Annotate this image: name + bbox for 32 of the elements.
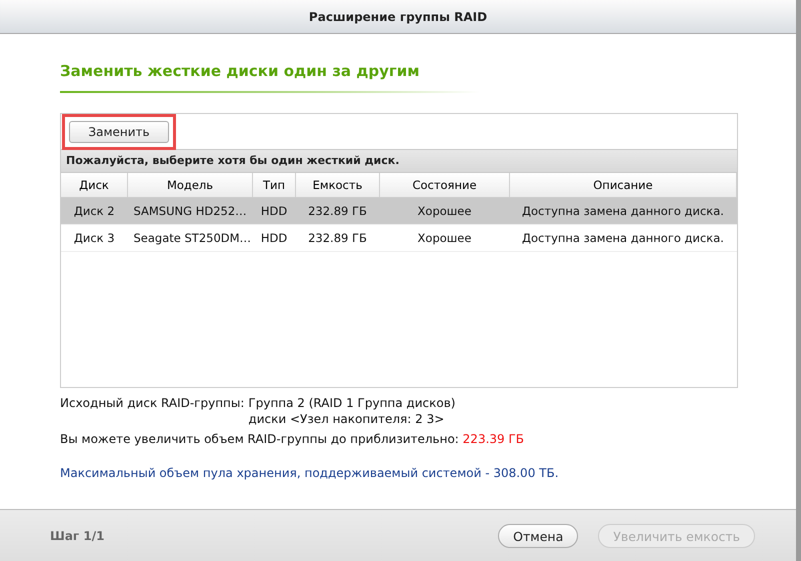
table-cell: 232.89 ГБ [296, 198, 380, 224]
table-cell: Доступна замена данного диска. [510, 198, 736, 224]
column-header[interactable]: Диск [61, 173, 128, 198]
column-header[interactable]: Состояние [380, 173, 510, 198]
column-header[interactable]: Емкость [296, 173, 380, 198]
table-cell: Доступна замена данного диска. [510, 224, 736, 252]
table-cell: Диск 2 [61, 198, 128, 224]
expand-value: 223.39 ГБ [462, 432, 524, 446]
column-header[interactable]: Модель [128, 173, 252, 198]
column-header[interactable]: Описание [510, 173, 736, 198]
table-cell: Хорошее [380, 224, 510, 252]
table-cell: SAMSUNG HD252… [128, 198, 252, 224]
max-capacity-note: Максимальный объем пула хранения, поддерживаемый системой - 308.00 ТБ. [60, 466, 560, 480]
step-label: Шаг 1/1 [50, 529, 106, 543]
window-title: Расширение группы RAID [308, 10, 488, 24]
table-hint: Пожалуйста, выберите хотя бы один жесткий диск. [61, 149, 737, 173]
source-value: Группа 2 (RAID 1 Группа дисков) [248, 396, 456, 410]
section-heading: Заменить жесткие диски один за другим [60, 62, 421, 82]
table-row[interactable]: Диск 3 Seagate ST250DM… HDD 232.89 ГБ Хорошее Доступна замена данного диска. [61, 224, 736, 252]
source-label: Исходный диск RAID-группы: [60, 396, 244, 410]
table-cell: HDD [252, 224, 296, 252]
table-cell: Хорошее [380, 198, 510, 224]
table-cell: Seagate ST250DM… [128, 224, 252, 252]
source-disks: диски <Узел накопителя: 2 3> [248, 412, 446, 426]
table-cell: 232.89 ГБ [296, 224, 380, 252]
expand-label: Вы можете увеличить объем RAID-группы до приблизительно: [60, 432, 459, 446]
column-header[interactable]: Тип [252, 173, 296, 198]
table-cell: HDD [252, 198, 296, 224]
table-cell: Диск 3 [61, 224, 128, 252]
table-row[interactable]: Диск 2 SAMSUNG HD252… HDD 232.89 ГБ Хорошее Доступна замена данного диска. [61, 198, 736, 224]
replace-button[interactable]: Заменить [69, 120, 169, 142]
cancel-button[interactable]: Отмена [498, 524, 578, 548]
